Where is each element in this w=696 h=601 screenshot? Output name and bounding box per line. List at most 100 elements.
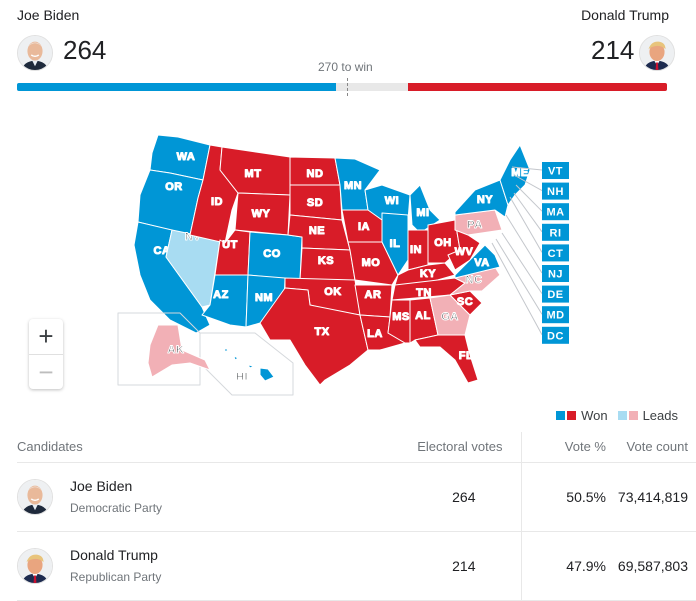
svg-text:SD: SD (307, 197, 323, 209)
svg-text:WA: WA (177, 151, 196, 163)
svg-text:PA: PA (467, 219, 482, 231)
svg-text:KS: KS (318, 255, 334, 267)
col-candidates: Candidates (17, 432, 393, 463)
svg-text:WV: WV (455, 246, 474, 258)
callout-line (495, 238, 543, 315)
state-AR[interactable]: AR (354, 284, 393, 318)
state-ND[interactable]: ND (289, 156, 341, 186)
svg-text:TN: TN (416, 287, 432, 299)
svg-text:CO: CO (263, 248, 281, 260)
vote-pct: 47.9% (521, 531, 606, 601)
state-HI[interactable]: HI (224, 347, 275, 384)
svg-text:DE: DE (547, 289, 563, 301)
zoom-out-button[interactable]: − (29, 354, 63, 389)
svg-text:MT: MT (245, 168, 262, 180)
state-FL[interactable]: FL (414, 334, 479, 384)
state-box-MA[interactable]: MA (542, 203, 569, 221)
svg-text:OH: OH (434, 237, 452, 249)
svg-text:HI: HI (236, 371, 248, 383)
rep-leads-swatch (628, 411, 638, 420)
svg-text:VA: VA (474, 257, 489, 269)
trump-avatar-icon (639, 35, 675, 71)
svg-text:OR: OR (165, 181, 183, 193)
table-header-row: Candidates Electoral votes Vote % Vote c… (17, 432, 696, 463)
rep-progress-fill (408, 83, 667, 91)
svg-text:MN: MN (344, 180, 362, 192)
state-SD[interactable]: SD (289, 184, 343, 221)
electoral-progress-bar (17, 83, 667, 91)
svg-text:IA: IA (358, 221, 370, 233)
svg-text:DC: DC (547, 330, 564, 342)
svg-text:AK: AK (168, 344, 185, 356)
us-electoral-map[interactable]: WA OR CA NV ID MT WY UT CO AZ NM ND SD N… (110, 115, 590, 405)
svg-text:NC: NC (466, 274, 483, 286)
svg-text:NH: NH (547, 186, 564, 198)
candidate-name: Donald Trump (70, 547, 158, 563)
svg-text:AZ: AZ (213, 289, 229, 301)
table-row: Joe Biden Democratic Party 264 50.5% 73,… (17, 462, 696, 532)
table-row: Donald Trump Republican Party 214 47.9% … (17, 531, 696, 601)
col-vote-pct: Vote % (521, 432, 606, 463)
biden-avatar-icon (17, 35, 53, 71)
dem-leads-swatch (617, 411, 627, 420)
svg-text:AR: AR (365, 289, 382, 301)
svg-text:WY: WY (252, 208, 271, 220)
state-KS[interactable]: KS (299, 247, 356, 281)
candidate-party: Democratic Party (70, 501, 163, 515)
svg-text:KY: KY (420, 268, 436, 280)
electoral-votes: 264 (393, 462, 522, 532)
legend-leads-label: Leads (642, 408, 678, 423)
results-table: Candidates Electoral votes Vote % Vote c… (17, 432, 696, 601)
state-box-DC[interactable]: DC (542, 326, 569, 344)
threshold-marker (347, 78, 348, 96)
zoom-in-button[interactable]: + (29, 319, 63, 354)
candidate-name: Joe Biden (70, 478, 133, 494)
svg-text:WI: WI (385, 195, 399, 207)
svg-text:IN: IN (410, 244, 422, 256)
state-box-VT[interactable]: VT (542, 162, 569, 179)
state-box-RI[interactable]: RI (542, 223, 569, 241)
state-box-CT[interactable]: CT (542, 244, 569, 262)
vote-count: 73,414,819 (606, 462, 696, 532)
svg-text:MO: MO (362, 257, 381, 269)
svg-text:NY: NY (477, 194, 493, 206)
svg-text:RI: RI (550, 227, 562, 239)
dem-electoral-count: 264 (63, 35, 107, 65)
svg-text:MD: MD (546, 310, 564, 322)
legend-won-label: Won (581, 408, 608, 423)
svg-text:NM: NM (255, 292, 273, 304)
state-NY[interactable]: NY (454, 179, 509, 218)
svg-text:LA: LA (367, 328, 383, 340)
svg-text:ND: ND (307, 168, 324, 180)
svg-text:FL: FL (459, 350, 473, 362)
svg-text:GA: GA (441, 311, 459, 323)
svg-text:MA: MA (546, 207, 564, 219)
svg-text:OK: OK (324, 286, 342, 298)
callout-line (513, 192, 543, 233)
rep-electoral-count: 214 (591, 35, 635, 65)
state-WY[interactable]: WY (234, 192, 291, 236)
svg-text:CT: CT (548, 248, 564, 260)
state-box-MD[interactable]: MD (542, 306, 569, 324)
callout-line (491, 242, 543, 336)
svg-text:SC: SC (457, 296, 473, 308)
state-box-DE[interactable]: DE (542, 285, 569, 303)
state-box-NJ[interactable]: NJ (542, 265, 569, 282)
svg-text:UT: UT (222, 239, 238, 251)
state-IN[interactable]: IN (407, 229, 429, 271)
svg-text:AL: AL (415, 310, 431, 322)
map-legend: Won Leads (556, 408, 678, 423)
state-CO[interactable]: CO (247, 231, 303, 281)
electoral-votes: 214 (393, 531, 522, 601)
dem-progress-fill (17, 83, 336, 91)
rep-candidate-name: Donald Trump (581, 7, 669, 23)
col-electoral-votes: Electoral votes (393, 432, 522, 463)
svg-text:NJ: NJ (548, 269, 563, 281)
svg-text:IL: IL (390, 238, 401, 250)
vote-count: 69,587,803 (606, 531, 696, 601)
vote-pct: 50.5% (521, 462, 606, 532)
threshold-label: 270 to win (318, 60, 373, 74)
state-box-NH[interactable]: NH (542, 182, 569, 200)
svg-text:TX: TX (314, 326, 329, 338)
svg-text:ID: ID (211, 196, 223, 208)
